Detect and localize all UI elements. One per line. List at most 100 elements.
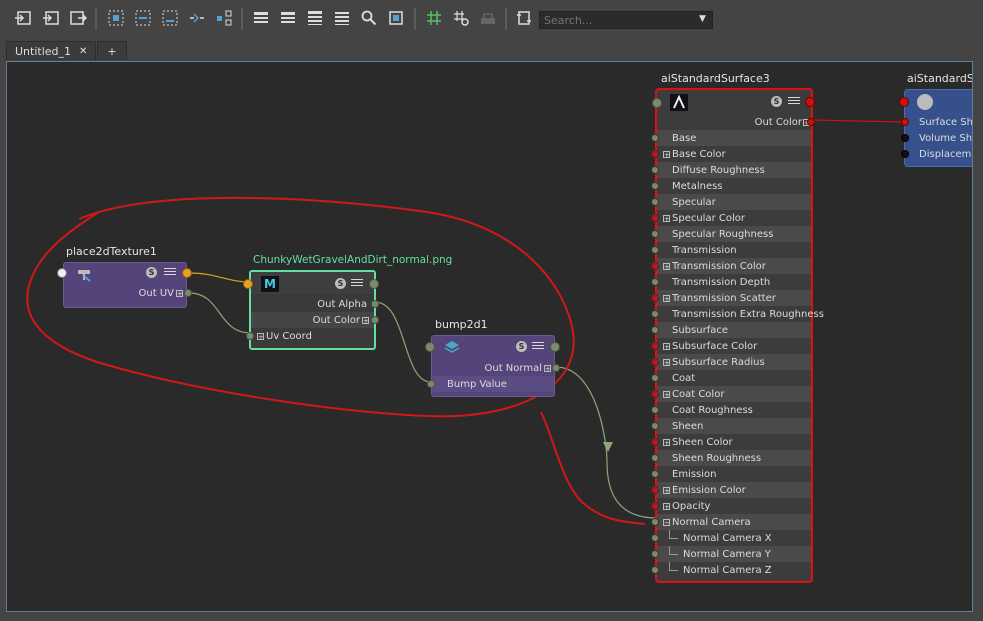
attribute-input-port[interactable]	[651, 150, 659, 158]
grid-icon[interactable]	[424, 8, 444, 28]
expand-plus-icon[interactable]: +	[663, 262, 670, 270]
attribute-input-port[interactable]	[651, 534, 659, 542]
attribute-input-port[interactable]	[651, 518, 659, 526]
swatch-toggle-icon[interactable]: S	[335, 278, 346, 289]
input-port-message[interactable]	[243, 279, 253, 289]
collapse-minus-icon[interactable]: −	[663, 518, 670, 526]
simple-view-icon[interactable]	[251, 8, 271, 28]
attribute-menu-icon[interactable]	[164, 266, 176, 277]
full-view-icon[interactable]	[305, 8, 325, 28]
snap-to-grid-icon[interactable]	[451, 8, 471, 28]
attribute-input-port[interactable]	[651, 166, 659, 174]
custom-view-icon[interactable]	[332, 8, 352, 28]
refresh-icon[interactable]	[514, 8, 534, 28]
bump-value-port[interactable]	[427, 380, 435, 388]
frame-selection-icon[interactable]	[386, 8, 406, 28]
attribute-input-port[interactable]	[651, 294, 659, 302]
attribute-input-port[interactable]	[651, 326, 659, 334]
swatch-toggle-icon[interactable]: S	[146, 267, 157, 278]
attribute-input-port[interactable]	[651, 422, 659, 430]
attribute-input-port[interactable]	[651, 214, 659, 222]
attribute-label: Transmission Color	[672, 260, 766, 272]
swatch-toggle-icon[interactable]: S	[516, 341, 527, 352]
select-upstream-icon[interactable]	[133, 8, 153, 28]
out-color-port[interactable]	[371, 316, 379, 324]
attribute-input-port[interactable]	[651, 438, 659, 446]
close-icon[interactable]: ✕	[79, 46, 87, 57]
output-port-message[interactable]	[182, 268, 192, 278]
search-input[interactable]	[539, 11, 713, 29]
attribute-input-port[interactable]	[651, 134, 659, 142]
expand-plus-icon[interactable]: +	[544, 364, 551, 372]
place2d-texture-node[interactable]: S Out UV +	[57, 262, 192, 308]
attribute-input-port[interactable]	[651, 486, 659, 494]
select-downstream-icon[interactable]	[160, 8, 180, 28]
uv-coord-port[interactable]	[246, 332, 254, 340]
attribute-input-port[interactable]	[651, 342, 659, 350]
graph-options-icon[interactable]	[478, 8, 498, 28]
graph-input-output-icon[interactable]	[13, 8, 33, 28]
expand-plus-icon[interactable]: +	[663, 294, 670, 302]
attribute-input-port[interactable]	[651, 198, 659, 206]
attribute-menu-icon[interactable]	[351, 277, 363, 288]
attribute-input-port[interactable]	[651, 310, 659, 318]
input-port[interactable]	[57, 268, 67, 278]
out-alpha-port[interactable]	[371, 300, 379, 308]
output-connections-icon[interactable]	[68, 8, 88, 28]
out-color-port[interactable]	[807, 118, 815, 126]
output-port-message[interactable]	[805, 97, 815, 107]
attribute-input-port[interactable]	[651, 470, 659, 478]
attribute-input-port[interactable]	[651, 278, 659, 286]
expand-plus-icon[interactable]: +	[362, 316, 369, 324]
expand-plus-icon[interactable]: +	[663, 438, 670, 446]
expand-plus-icon[interactable]: +	[257, 332, 264, 340]
out-uv-port[interactable]	[184, 289, 192, 297]
attribute-menu-icon[interactable]	[788, 95, 800, 106]
attribute-input-port[interactable]	[651, 550, 659, 558]
file-texture-node[interactable]: M S Out Alpha Out Color + + Uv Coord	[243, 270, 379, 350]
attribute-input-port[interactable]	[651, 230, 659, 238]
search-icon[interactable]	[359, 8, 379, 28]
out-normal-port[interactable]	[552, 364, 560, 372]
expand-plus-icon[interactable]: +	[663, 502, 670, 510]
attribute-input-port[interactable]	[651, 262, 659, 270]
attribute-input-port[interactable]	[651, 390, 659, 398]
attribute-input-port[interactable]	[651, 358, 659, 366]
displacement-port[interactable]	[901, 150, 909, 158]
attribute-input-port[interactable]	[651, 566, 659, 574]
swatch-toggle-icon[interactable]: S	[771, 96, 782, 107]
expand-plus-icon[interactable]: +	[663, 390, 670, 398]
graph-connections-icon[interactable]	[187, 8, 207, 28]
select-nodes-icon[interactable]	[106, 8, 126, 28]
input-port-message[interactable]	[652, 98, 662, 108]
expand-plus-icon[interactable]: +	[663, 342, 670, 350]
surface-shader-port[interactable]	[901, 118, 909, 126]
attribute-input-port[interactable]	[651, 182, 659, 190]
input-port-message[interactable]	[899, 97, 909, 107]
connected-view-icon[interactable]	[278, 8, 298, 28]
attribute-input-port[interactable]	[651, 502, 659, 510]
expand-plus-icon[interactable]: +	[663, 214, 670, 222]
shading-group-node[interactable]: Surface Sha Volume Sha Displaceme	[899, 89, 972, 167]
expand-plus-icon[interactable]: +	[663, 150, 670, 158]
tab-untitled-1[interactable]: Untitled_1 ✕	[6, 41, 96, 60]
input-port-message[interactable]	[425, 342, 435, 352]
output-port-message[interactable]	[550, 342, 560, 352]
ai-standard-surface-node[interactable]: S Out Color+ Base+Base ColorDiffuse Roug…	[651, 88, 824, 583]
node-graph-canvas[interactable]: place2dTexture1 S Out UV + ChunkyWetGrav…	[6, 61, 973, 612]
attribute-input-port[interactable]	[651, 246, 659, 254]
layout-nodes-icon[interactable]	[214, 8, 234, 28]
expand-plus-icon[interactable]: +	[663, 358, 670, 366]
attribute-input-port[interactable]	[651, 406, 659, 414]
volume-shader-port[interactable]	[901, 134, 909, 142]
bump2d-node[interactable]: S Out Normal + Bump Value	[425, 335, 560, 397]
expand-plus-icon[interactable]: +	[176, 289, 183, 297]
attribute-input-port[interactable]	[651, 374, 659, 382]
add-tab-button[interactable]: +	[97, 41, 127, 60]
chevron-down-icon[interactable]: ▼	[699, 14, 709, 24]
output-port-message[interactable]	[369, 279, 379, 289]
attribute-menu-icon[interactable]	[532, 340, 544, 351]
attribute-input-port[interactable]	[651, 454, 659, 462]
input-connections-icon[interactable]	[41, 8, 61, 28]
expand-plus-icon[interactable]: +	[663, 486, 670, 494]
